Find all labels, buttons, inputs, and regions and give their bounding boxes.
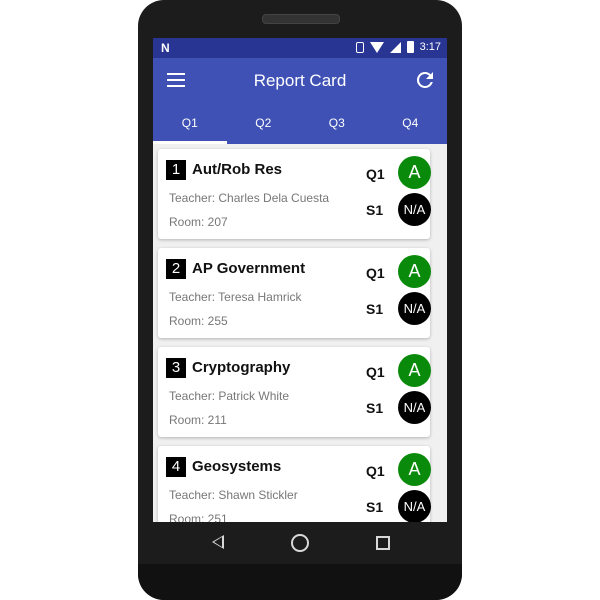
quarter-label: Q1 [366, 166, 385, 182]
course-number: 4 [166, 457, 186, 477]
phone-bottom-bezel [138, 564, 462, 600]
signal-icon [389, 41, 401, 53]
quarter-grade-badge: A [398, 354, 431, 387]
course-teacher: Teacher: Patrick White [169, 389, 290, 403]
status-time: 3:17 [419, 41, 441, 53]
recent-apps-icon[interactable] [376, 536, 390, 550]
speaker-grille [262, 14, 340, 24]
semester-label: S1 [366, 400, 384, 416]
home-icon[interactable] [291, 534, 309, 552]
quarter-label: Q1 [366, 265, 385, 281]
carrier-icon: N [161, 41, 170, 55]
semester-grade-badge: N/A [398, 490, 431, 522]
quarter-grade-badge: A [398, 156, 431, 189]
semester-label: S1 [366, 499, 384, 515]
phone-frame: N 3:17 Report Card Q1 Q2 Q3 Q4 1 Aut/Rob… [138, 0, 462, 600]
tab-q2[interactable]: Q2 [227, 104, 301, 144]
quarter-label: Q1 [366, 364, 385, 380]
course-number: 1 [166, 160, 186, 180]
phone-top-bezel [138, 0, 462, 38]
course-name: AP Government [192, 260, 306, 277]
course-name: Geosystems [192, 458, 282, 475]
quarter-label: Q1 [366, 463, 385, 479]
semester-grade-badge: N/A [398, 292, 431, 325]
tab-q4[interactable]: Q4 [374, 104, 448, 144]
system-nav-bar [138, 522, 462, 564]
course-room: Room: 255 [169, 314, 228, 328]
back-icon[interactable] [212, 535, 224, 549]
quarter-grade-badge: A [398, 453, 431, 486]
course-name: Aut/Rob Res [192, 161, 282, 178]
course-teacher: Teacher: Teresa Hamrick [169, 290, 302, 304]
semester-grade-badge: N/A [398, 391, 431, 424]
course-room: Room: 251 [169, 512, 228, 522]
course-teacher: Teacher: Charles Dela Cuesta [169, 191, 330, 205]
status-icons: 3:17 [355, 41, 441, 53]
semester-label: S1 [366, 301, 384, 317]
app-bar: Report Card [153, 58, 447, 104]
tab-q1[interactable]: Q1 [153, 104, 227, 144]
screen: N 3:17 Report Card Q1 Q2 Q3 Q4 1 Aut/Rob… [153, 38, 447, 522]
course-card[interactable]: 4 Geosystems Teacher: Shawn Stickler Roo… [158, 446, 431, 522]
quarter-tabs: Q1 Q2 Q3 Q4 [153, 104, 447, 144]
tab-q3[interactable]: Q3 [300, 104, 374, 144]
semester-label: S1 [366, 202, 384, 218]
wifi-icon [369, 41, 384, 53]
course-room: Room: 211 [169, 413, 227, 427]
course-card[interactable]: 1 Aut/Rob Res Teacher: Charles Dela Cues… [158, 149, 431, 239]
status-bar: N 3:17 [153, 38, 447, 58]
course-room: Room: 207 [169, 215, 228, 229]
battery-icon [406, 41, 414, 53]
semester-grade-badge: N/A [398, 193, 431, 226]
vibrate-icon [355, 41, 364, 53]
course-number: 3 [166, 358, 186, 378]
course-teacher: Teacher: Shawn Stickler [169, 488, 298, 502]
quarter-grade-badge: A [398, 255, 431, 288]
course-card[interactable]: 3 Cryptography Teacher: Patrick White Ro… [158, 347, 431, 437]
course-card[interactable]: 2 AP Government Teacher: Teresa Hamrick … [158, 248, 431, 338]
course-number: 2 [166, 259, 186, 279]
course-name: Cryptography [192, 359, 291, 376]
refresh-icon[interactable] [413, 68, 437, 92]
page-title: Report Card [253, 71, 347, 90]
